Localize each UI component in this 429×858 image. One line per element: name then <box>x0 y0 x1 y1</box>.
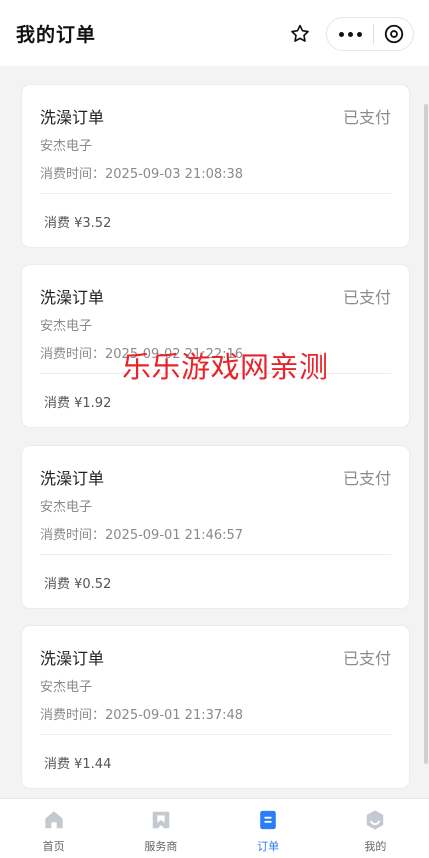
order-time: 消费时间：2025-09-01 21:37:48 <box>40 708 244 723</box>
more-dots-icon <box>338 31 344 37</box>
order-title: 洗澡订单 <box>40 288 105 307</box>
order-status: 已支付 <box>342 649 391 668</box>
order-status: 已支付 <box>342 469 391 488</box>
order-time: 消费时间：2025-09-01 21:46:57 <box>40 528 244 543</box>
order-amount: 消费 ¥1.92 <box>44 396 112 411</box>
mini-program-capsule <box>326 17 414 51</box>
watermark-text: 乐乐游戏网亲测 <box>122 350 329 384</box>
card-divider <box>40 734 391 735</box>
order-shop: 安杰电子 <box>40 139 93 154</box>
close-circle-icon <box>384 24 403 44</box>
more-button[interactable] <box>327 18 373 50</box>
order-shop: 安杰电子 <box>40 319 93 334</box>
order-icon <box>260 810 276 830</box>
favorite-button[interactable] <box>286 20 314 48</box>
more-dots-icon <box>356 31 362 37</box>
more-dots-icon <box>347 31 353 37</box>
tab-provider[interactable]: 服务商 <box>107 799 214 858</box>
bottom-tabbar: 首页 服务商 订单 我的 <box>0 798 429 858</box>
close-button[interactable] <box>374 18 413 50</box>
order-status: 已支付 <box>342 108 391 127</box>
order-shop: 安杰电子 <box>40 680 93 695</box>
star-icon <box>291 24 309 42</box>
order-title: 洗澡订单 <box>40 108 105 127</box>
card-divider <box>40 554 391 555</box>
tab-label: 服务商 <box>144 840 178 853</box>
home-icon <box>44 811 63 829</box>
order-shop: 安杰电子 <box>40 500 93 515</box>
tab-orders[interactable]: 订单 <box>215 799 322 858</box>
app-header: 我的订单 <box>0 0 429 66</box>
scrollbar[interactable] <box>424 104 428 764</box>
order-amount: 消费 ¥0.52 <box>44 577 112 592</box>
order-amount: 消费 ¥3.52 <box>44 216 112 231</box>
page-title: 我的订单 <box>16 23 97 46</box>
tab-label: 我的 <box>364 840 387 853</box>
profile-icon <box>367 810 384 830</box>
order-amount: 消费 ¥1.44 <box>44 757 112 772</box>
order-card[interactable]: 洗澡订单 已支付 安杰电子 消费时间：2025-09-01 21:37:48 消… <box>22 626 409 788</box>
tab-label: 订单 <box>257 840 280 853</box>
order-status: 已支付 <box>342 288 391 307</box>
bookmark-icon <box>152 811 170 829</box>
order-title: 洗澡订单 <box>40 649 105 668</box>
card-divider <box>40 193 391 194</box>
tab-profile[interactable]: 我的 <box>322 799 429 858</box>
order-title: 洗澡订单 <box>40 469 105 488</box>
order-time: 消费时间：2025-09-03 21:08:38 <box>40 167 244 182</box>
order-card[interactable]: 洗澡订单 已支付 安杰电子 消费时间：2025-09-01 21:46:57 消… <box>22 446 409 608</box>
tab-home[interactable]: 首页 <box>0 799 107 858</box>
tab-label: 首页 <box>42 840 65 853</box>
order-card[interactable]: 洗澡订单 已支付 安杰电子 消费时间：2025-09-03 21:08:38 消… <box>22 85 409 247</box>
